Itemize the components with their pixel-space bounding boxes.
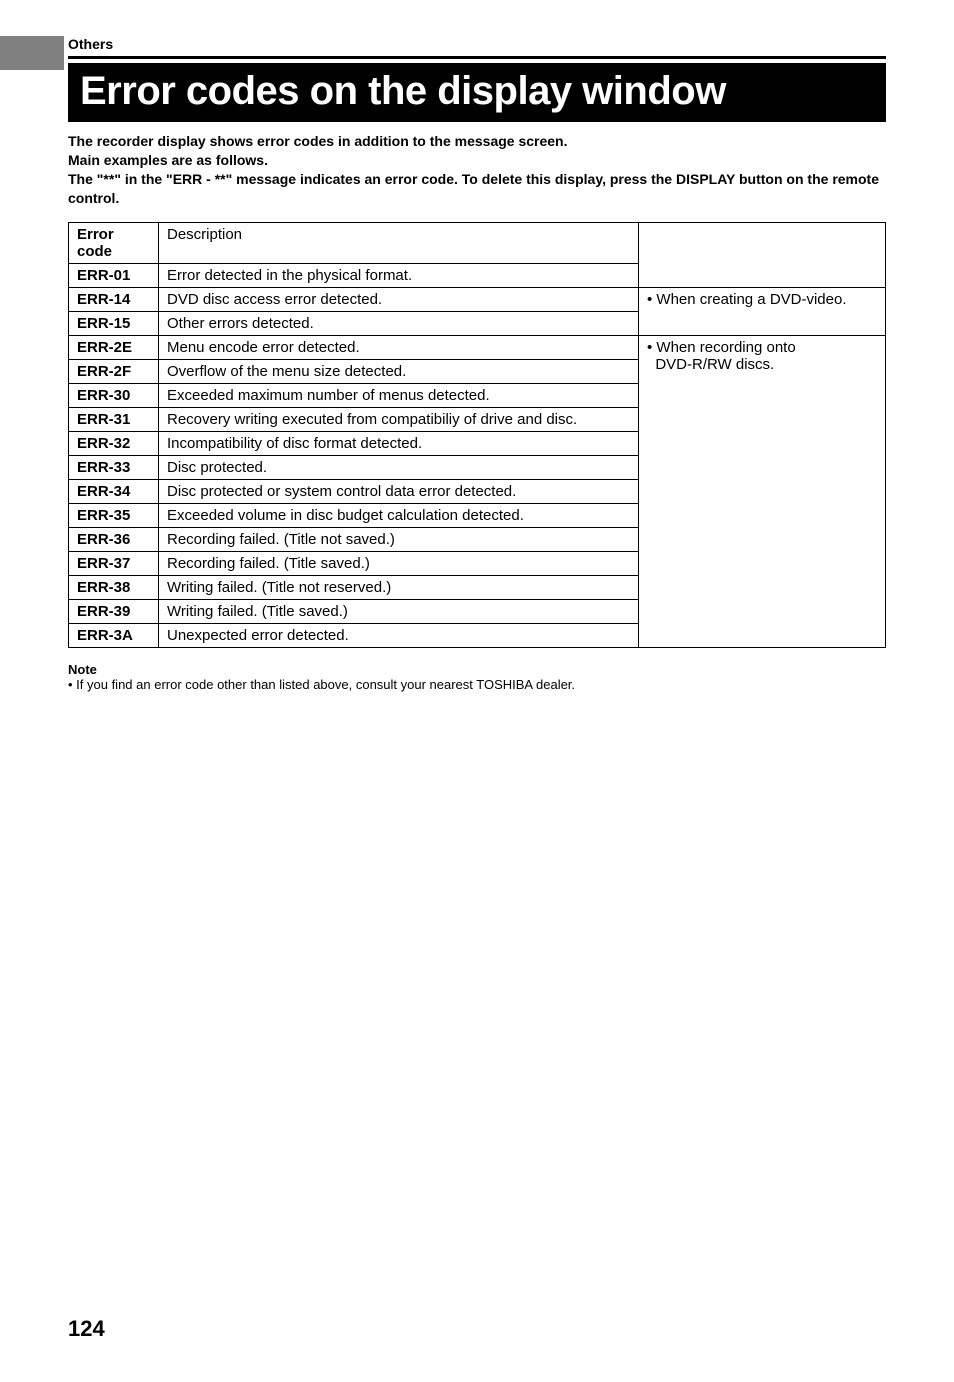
error-desc-cell: Recording failed. (Title not saved.)	[159, 527, 639, 551]
error-desc-cell: Error detected in the physical format.	[159, 263, 639, 287]
title-bar: Error codes on the display window	[68, 63, 886, 122]
error-desc-cell: Writing failed. (Title not reserved.)	[159, 575, 639, 599]
error-code-cell: ERR-31	[69, 407, 159, 431]
error-desc-cell: Exceeded maximum number of menus detecte…	[159, 383, 639, 407]
error-code-cell: ERR-2F	[69, 359, 159, 383]
page-tab-marker	[0, 36, 64, 70]
error-code-cell: ERR-3A	[69, 623, 159, 647]
note-text: • If you find an error code other than l…	[68, 677, 886, 692]
error-code-cell: ERR-39	[69, 599, 159, 623]
intro-line-1: The recorder display shows error codes i…	[68, 132, 886, 151]
error-code-cell: ERR-14	[69, 287, 159, 311]
header-desc: Description	[159, 222, 639, 263]
table-row: ERR-01Error detected in the physical for…	[69, 263, 886, 287]
error-code-cell: ERR-30	[69, 383, 159, 407]
context-cell: • When creating a DVD-video.	[639, 287, 886, 335]
error-desc-cell: Recovery writing executed from compatibi…	[159, 407, 639, 431]
error-code-cell: ERR-38	[69, 575, 159, 599]
error-code-cell: ERR-36	[69, 527, 159, 551]
error-code-cell: ERR-32	[69, 431, 159, 455]
table-row: ERR-2EMenu encode error detected.• When …	[69, 335, 886, 359]
context-cell-blank	[639, 263, 886, 287]
error-desc-cell: DVD disc access error detected.	[159, 287, 639, 311]
error-code-table: Error codeDescriptionERR-01Error detecte…	[68, 222, 886, 648]
error-desc-cell: Overflow of the menu size detected.	[159, 359, 639, 383]
context-cell: • When recording onto DVD-R/RW discs.	[639, 335, 886, 647]
note-label: Note	[68, 662, 886, 677]
error-desc-cell: Writing failed. (Title saved.)	[159, 599, 639, 623]
table-row: ERR-14DVD disc access error detected.• W…	[69, 287, 886, 311]
error-code-cell: ERR-33	[69, 455, 159, 479]
error-desc-cell: Menu encode error detected.	[159, 335, 639, 359]
page-number: 124	[68, 1316, 105, 1342]
section-label: Others	[68, 36, 113, 52]
error-desc-cell: Other errors detected.	[159, 311, 639, 335]
error-desc-cell: Exceeded volume in disc budget calculati…	[159, 503, 639, 527]
error-desc-cell: Incompatibility of disc format detected.	[159, 431, 639, 455]
header-context	[639, 222, 886, 263]
error-code-cell: ERR-15	[69, 311, 159, 335]
error-desc-cell: Disc protected or system control data er…	[159, 479, 639, 503]
intro-line-2: Main examples are as follows.	[68, 151, 886, 170]
error-code-cell: ERR-34	[69, 479, 159, 503]
page-content: Others Error codes on the display window…	[0, 36, 954, 692]
error-desc-cell: Recording failed. (Title saved.)	[159, 551, 639, 575]
header-code: Error code	[69, 222, 159, 263]
intro-block: The recorder display shows error codes i…	[68, 132, 886, 208]
table-header-row: Error codeDescription	[69, 222, 886, 263]
error-code-cell: ERR-01	[69, 263, 159, 287]
section-header: Others	[68, 36, 886, 59]
error-code-cell: ERR-35	[69, 503, 159, 527]
error-desc-cell: Unexpected error detected.	[159, 623, 639, 647]
intro-line-3: The "**" in the "ERR - **" message indic…	[68, 170, 886, 208]
note-section: Note • If you find an error code other t…	[68, 662, 886, 692]
error-desc-cell: Disc protected.	[159, 455, 639, 479]
error-code-cell: ERR-37	[69, 551, 159, 575]
error-code-cell: ERR-2E	[69, 335, 159, 359]
page-title: Error codes on the display window	[80, 69, 726, 113]
